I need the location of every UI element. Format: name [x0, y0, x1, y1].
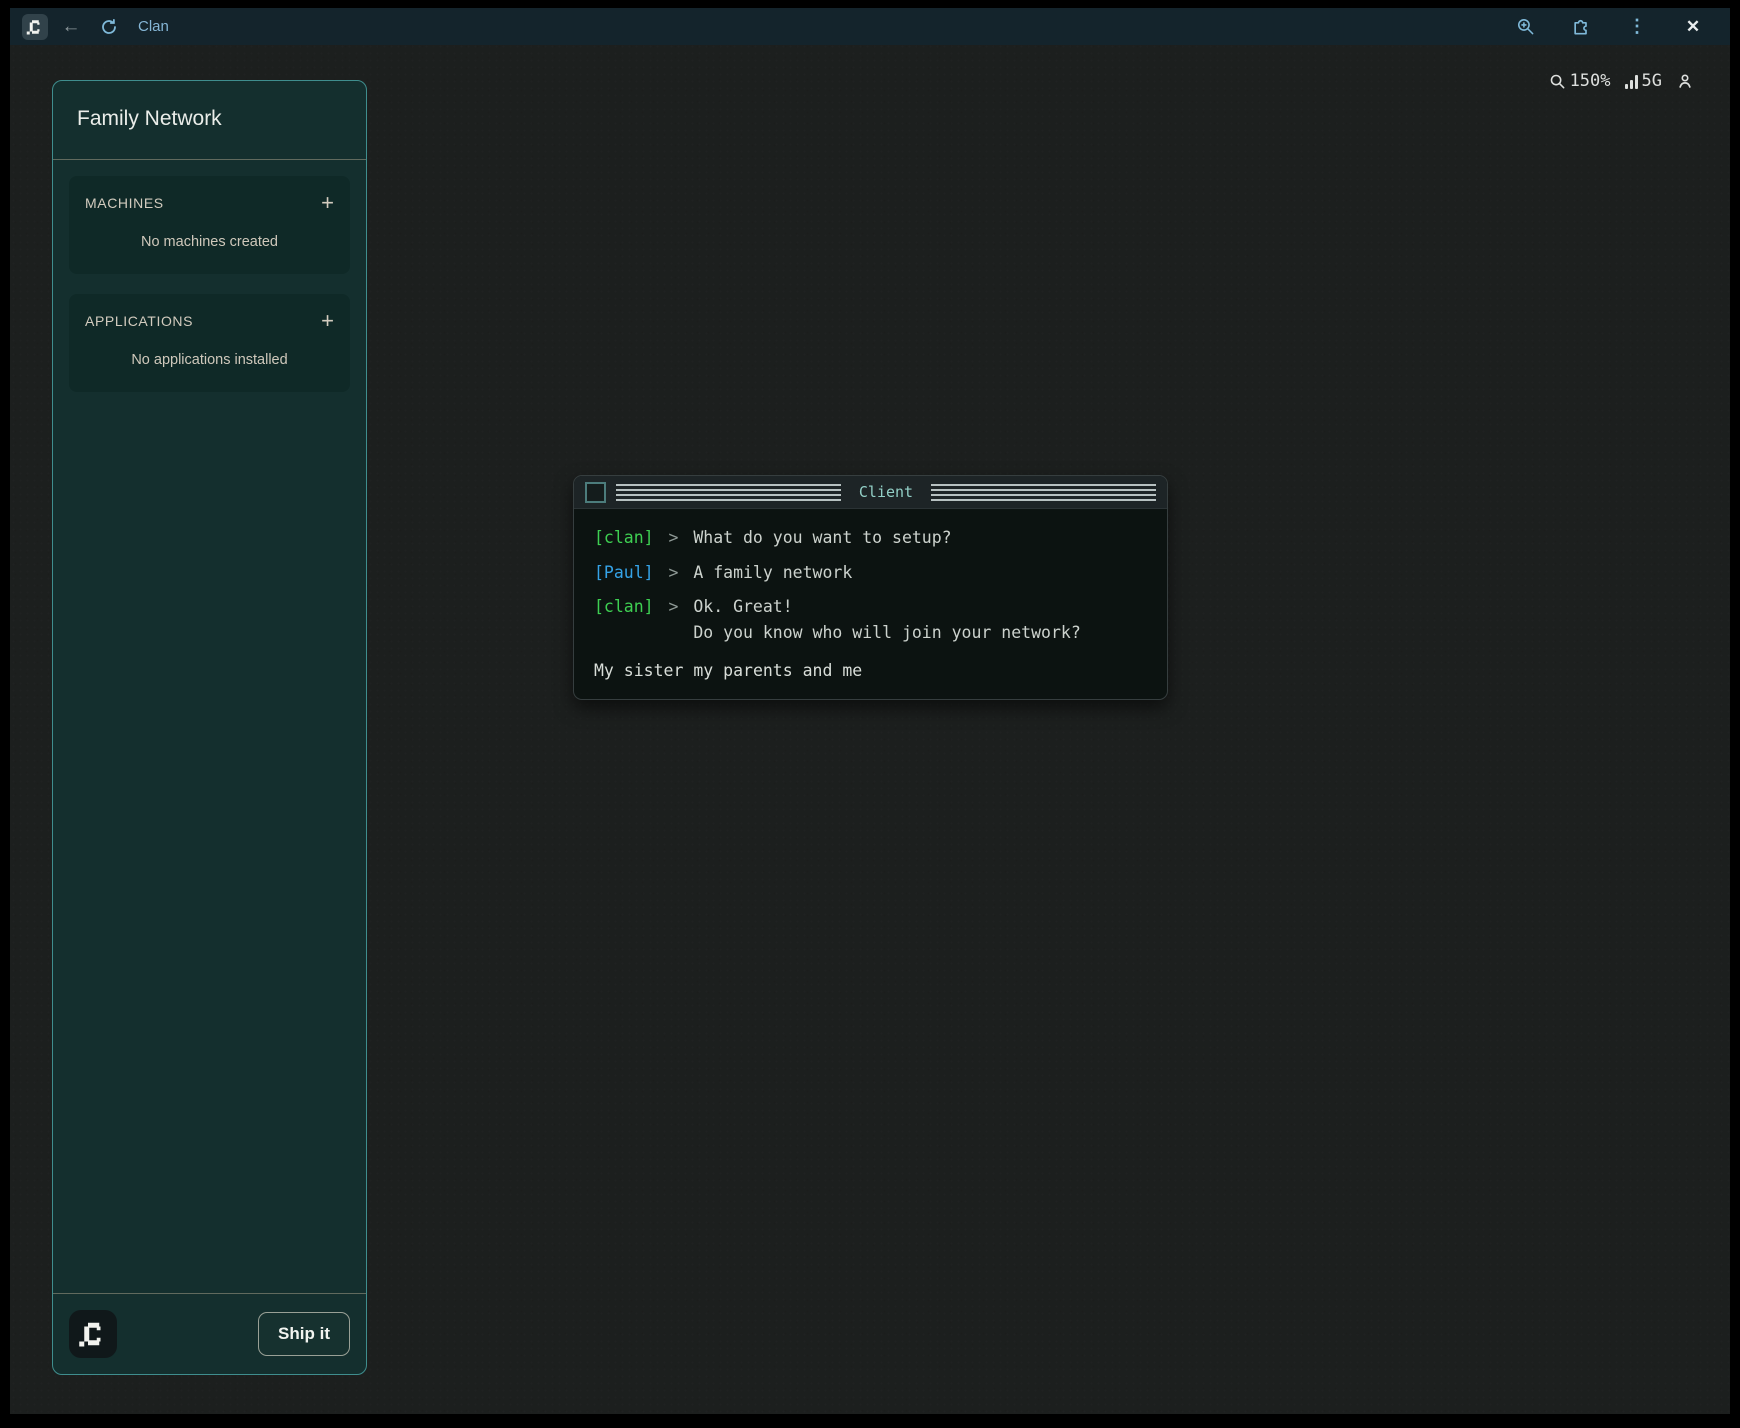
tab-title: Clan: [138, 18, 1502, 35]
clan-logo-icon[interactable]: [22, 14, 48, 40]
input-line-text[interactable]: My sister my parents and me: [594, 658, 862, 684]
machines-empty-state: No machines created: [85, 234, 334, 250]
add-application-button[interactable]: +: [321, 312, 334, 330]
applications-section-label: APPLICATIONS: [85, 313, 193, 329]
network-value: 5G: [1642, 71, 1662, 91]
kebab-menu-icon[interactable]: ⋮: [1622, 12, 1652, 42]
message-text: What do you want to setup?: [693, 525, 951, 551]
prompt-chevron: >: [654, 560, 694, 586]
zoom-level-indicator: 150%: [1549, 71, 1611, 91]
client-window-title: Client: [851, 483, 921, 501]
prompt-chevron: >: [654, 594, 694, 620]
client-terminal-window: Client [clan] > What do you want to setu…: [573, 475, 1168, 700]
magnifier-icon: [1549, 73, 1566, 90]
terminal-message-row: [Paul] > A family network: [594, 560, 1147, 586]
extensions-puzzle-icon[interactable]: [1566, 12, 1596, 42]
app-window: ← Clan ⋮ ✕: [10, 8, 1730, 1414]
applications-section: APPLICATIONS + No applications installed: [69, 294, 350, 392]
terminal-input-line[interactable]: My sister my parents and me: [594, 658, 1147, 684]
window-closebox-icon[interactable]: [585, 482, 606, 503]
terminal-message-row: [clan] > Ok. Great!: [594, 594, 1147, 620]
client-terminal-body: [clan] > What do you want to setup? [Pau…: [574, 509, 1167, 700]
speaker-label: [Paul]: [594, 560, 654, 586]
client-titlebar[interactable]: Client: [574, 476, 1167, 509]
titlebar-stripes: [931, 484, 1156, 501]
prompt-chevron: >: [654, 525, 694, 551]
add-machine-button[interactable]: +: [321, 194, 334, 212]
terminal-message-row: [clan] > What do you want to setup?: [594, 525, 1147, 551]
person-icon: [1676, 72, 1694, 90]
clan-footer-logo-icon: [69, 1310, 117, 1358]
message-text-line2: Do you know who will join your network?: [693, 620, 1080, 646]
status-indicators: 150% 5G: [1549, 66, 1694, 96]
signal-bars-icon: [1625, 74, 1638, 89]
sidebar-panel: Family Network MACHINES + No machines cr…: [52, 80, 367, 1375]
sidebar-footer: Ship it: [53, 1293, 366, 1374]
network-indicator: 5G: [1625, 71, 1662, 91]
speaker-label: [clan]: [594, 594, 654, 620]
sidebar-title: Family Network: [53, 81, 366, 160]
message-text: A family network: [693, 560, 852, 586]
zoom-level-value: 150%: [1570, 71, 1611, 91]
speaker-label: [clan]: [594, 525, 654, 551]
titlebar-stripes: [616, 484, 841, 501]
machines-section: MACHINES + No machines created: [69, 176, 350, 274]
back-icon[interactable]: ←: [56, 12, 86, 42]
zoom-in-icon[interactable]: [1510, 12, 1540, 42]
machines-section-label: MACHINES: [85, 195, 164, 211]
terminal-message-continuation: Do you know who will join your network?: [594, 620, 1147, 646]
reload-icon[interactable]: [94, 12, 124, 42]
close-icon[interactable]: ✕: [1678, 12, 1708, 42]
ship-it-button[interactable]: Ship it: [258, 1312, 350, 1356]
applications-empty-state: No applications installed: [85, 352, 334, 368]
message-text: Ok. Great!: [693, 594, 792, 620]
browser-topbar: ← Clan ⋮ ✕: [10, 8, 1730, 45]
